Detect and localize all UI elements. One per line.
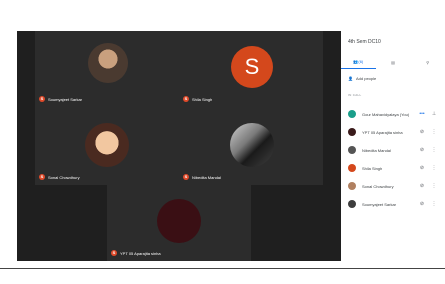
- activities-icon: ⚲: [426, 59, 430, 65]
- mic-off-icon: ⊘: [419, 165, 425, 171]
- meet-window: S Soumyajeet Sarkar S S Shila Singh S So…: [0, 0, 445, 284]
- more-vert-icon[interactable]: ⋮: [430, 201, 438, 207]
- video-grid: S Soumyajeet Sarkar S S Shila Singh S So…: [17, 31, 341, 261]
- tile-name-label: S Shila Singh: [183, 96, 213, 102]
- people-panel: 4th Sem DC10 👥 (6) ▤ ⚲ 👤 Add people IN C…: [341, 31, 445, 261]
- participant-photo: [85, 123, 129, 167]
- avatar: [348, 110, 356, 118]
- participant-photo: [88, 43, 128, 83]
- video-tile-sonal[interactable]: S Sonal Chowdhury: [35, 107, 179, 185]
- participant-row[interactable]: Shila Singh ⊘ ⋮: [348, 162, 445, 174]
- tile-name-label: S Sonal Chowdhury: [39, 174, 80, 180]
- pin-icon[interactable]: ⊥: [430, 111, 438, 117]
- avatar: [348, 182, 356, 190]
- mic-off-icon: S: [183, 174, 189, 180]
- video-tile-aparajita[interactable]: S YPT 05 Aparajita sinha: [107, 185, 251, 261]
- chat-icon: ▤: [391, 59, 395, 65]
- avatar: [348, 164, 356, 172]
- video-tile-nibedita[interactable]: S Nibedita Mandal: [179, 107, 323, 185]
- tile-name-label: S YPT 05 Aparajita sinha: [111, 250, 161, 256]
- tile-name-label: S Nibedita Mandal: [183, 174, 221, 180]
- participant-row[interactable]: YPT 05 Aparajita sinha ⊘ ⋮: [348, 126, 445, 138]
- mic-off-icon: S: [111, 250, 117, 256]
- panel-tabs: 👥 (6) ▤ ⚲: [341, 55, 445, 69]
- participant-photo: [230, 123, 274, 167]
- avatar: [348, 200, 356, 208]
- mic-off-icon: ⊘: [419, 147, 425, 153]
- mic-off-icon: ⊘: [419, 201, 425, 207]
- tab-people[interactable]: 👥 (6): [341, 55, 376, 69]
- add-person-icon: 👤: [348, 76, 353, 81]
- tab-activities[interactable]: ⚲: [410, 55, 445, 69]
- letter-avatar: S: [231, 46, 273, 88]
- mic-off-icon: S: [39, 174, 45, 180]
- video-tile-soumyajeet[interactable]: S Soumyajeet Sarkar: [35, 31, 179, 107]
- mic-off-icon: ⊘: [419, 129, 425, 135]
- avatar: [348, 128, 356, 136]
- more-vert-icon[interactable]: ⋮: [430, 183, 438, 189]
- participant-photo: [157, 199, 201, 243]
- add-people-button[interactable]: 👤 Add people: [348, 76, 376, 81]
- more-vert-icon[interactable]: ⋮: [430, 147, 438, 153]
- divider: [0, 268, 445, 269]
- participant-row[interactable]: Soumyajeet Sarkar ⊘ ⋮: [348, 198, 445, 210]
- more-vert-icon[interactable]: ⋮: [430, 165, 438, 171]
- mic-off-icon: S: [39, 96, 45, 102]
- more-vert-icon[interactable]: ⋮: [430, 129, 438, 135]
- avatar: [348, 146, 356, 154]
- participant-row[interactable]: Gour Mahavidyalaya (You) ••• ⊥: [348, 108, 445, 120]
- tile-name-label: S Soumyajeet Sarkar: [39, 96, 83, 102]
- mic-off-icon: ⊘: [419, 183, 425, 189]
- meeting-title: 4th Sem DC10: [348, 39, 381, 45]
- section-label: IN CALL: [348, 93, 362, 97]
- participant-row[interactable]: Nibedita Mandal ⊘ ⋮: [348, 144, 445, 156]
- participant-row[interactable]: Sonal Chowdhury ⊘ ⋮: [348, 180, 445, 192]
- mic-off-icon: S: [183, 96, 189, 102]
- more-dots-icon: •••: [419, 111, 425, 117]
- tab-chat[interactable]: ▤: [376, 55, 411, 69]
- video-tile-shila[interactable]: S S Shila Singh: [179, 31, 323, 107]
